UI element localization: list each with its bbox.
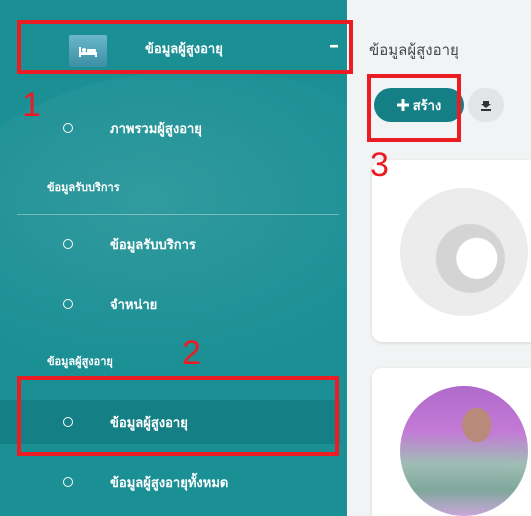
create-button-label: สร้าง: [412, 98, 442, 114]
circle-bullet-icon: [63, 299, 73, 309]
sidebar-item-elderly-data[interactable]: ข้อมูลผู้สูงอายุ: [0, 400, 340, 444]
sidebar-edge: [347, 0, 357, 516]
plus-icon: [396, 99, 409, 111]
sidebar-item-services[interactable]: ข้อมูลรับบริการ: [0, 222, 340, 266]
circle-bullet-icon: [63, 239, 73, 249]
page-title: ข้อมูลผู้สูงอายุ: [369, 41, 459, 59]
elderly-card[interactable]: [372, 368, 531, 516]
download-icon: [481, 101, 491, 111]
section-label-services: ข้อมูลรับบริการ: [47, 181, 120, 194]
elderly-bed-icon: [69, 35, 107, 67]
sidebar: ข้อมูลผู้สูงอายุ – ภาพรวมผู้สูงอายุ ข้อม…: [0, 0, 357, 516]
sidebar-item-label: ข้อมูลผู้สูงอายุ: [110, 416, 188, 431]
create-button[interactable]: สร้าง: [374, 88, 464, 122]
elderly-card[interactable]: [372, 160, 531, 342]
annotation-number: 2: [182, 334, 201, 372]
collapse-icon[interactable]: –: [329, 33, 339, 57]
avatar: [400, 386, 528, 516]
download-button[interactable]: [468, 88, 504, 122]
sidebar-item-label: ข้อมูลรับบริการ: [110, 238, 196, 253]
sidebar-item-overview[interactable]: ภาพรวมผู้สูงอายุ: [0, 106, 340, 150]
circle-bullet-icon: [63, 123, 73, 133]
divider: [17, 214, 339, 215]
section-label-elderly: ข้อมูลผู้สูงอายุ: [47, 355, 113, 368]
sidebar-item-label: จำหน่าย: [110, 298, 158, 313]
avatar: [400, 188, 528, 316]
circle-bullet-icon: [63, 417, 73, 427]
annotation-number: 1: [22, 86, 41, 124]
sidebar-group-elderly[interactable]: ข้อมูลผู้สูงอายุ –: [17, 20, 353, 74]
annotation-number: 3: [370, 146, 389, 184]
sidebar-item-elderly-all[interactable]: ข้อมูลผู้สูงอายุทั้งหมด: [0, 460, 340, 504]
sidebar-item-label: ภาพรวมผู้สูงอายุ: [110, 122, 202, 137]
sidebar-group-label: ข้อมูลผู้สูงอายุ: [145, 42, 223, 57]
sidebar-item-label: ข้อมูลผู้สูงอายุทั้งหมด: [110, 476, 229, 491]
main-content: ข้อมูลผู้สูงอายุ สร้าง: [357, 0, 531, 516]
circle-bullet-icon: [63, 477, 73, 487]
sidebar-item-discharge[interactable]: จำหน่าย: [0, 282, 340, 326]
